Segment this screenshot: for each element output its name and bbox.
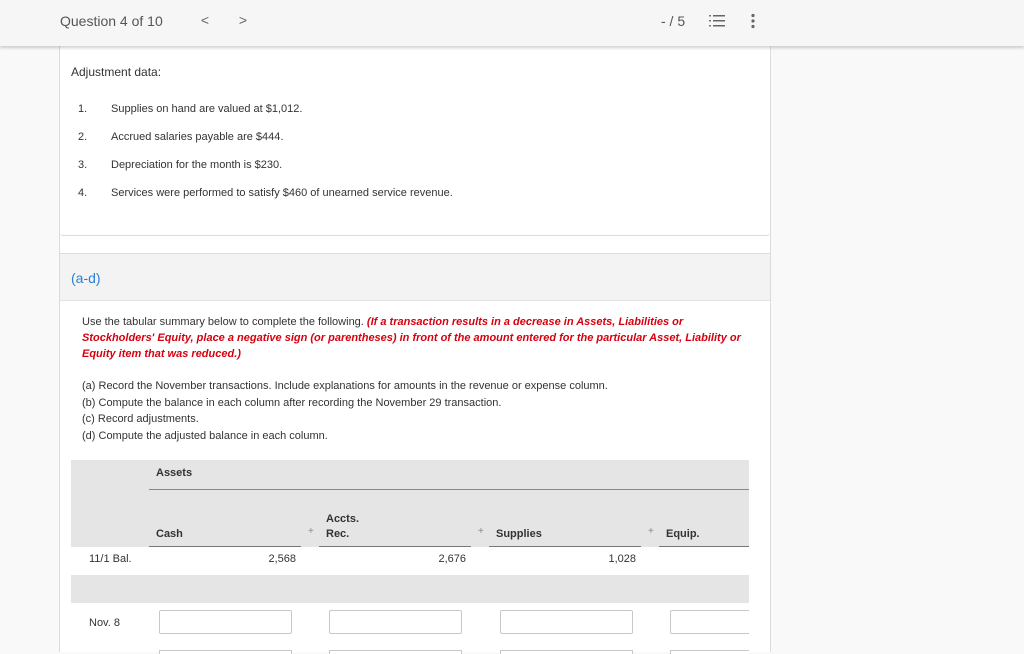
- equip-input[interactable]: [670, 610, 749, 634]
- step-item: (d) Compute the adjusted balance in each…: [82, 429, 328, 442]
- column-header-line2: Cash: [156, 528, 183, 540]
- column-header-equip: Equip.: [666, 512, 700, 542]
- steps-list: (a) Record the November transactions. In…: [82, 378, 752, 444]
- adjustment-title: Adjustment data:: [71, 65, 162, 79]
- score-display: - / 5: [661, 13, 686, 29]
- accts-rec-input[interactable]: [329, 610, 462, 634]
- list-item-number: 4.: [78, 187, 88, 199]
- row-label: Nov. 8: [89, 617, 120, 629]
- next-row-input[interactable]: [159, 650, 292, 654]
- column-header-line1: [496, 512, 542, 527]
- list-item-text: Services were performed to satisfy $460 …: [111, 187, 453, 199]
- instructions-intro: Use the tabular summary below to complet…: [82, 316, 364, 328]
- cash-input[interactable]: [159, 610, 292, 634]
- group-divider: [149, 489, 749, 490]
- list-item-number: 2.: [78, 131, 88, 143]
- tabular-summary-table: Assets Cash + Accts. Rec. + Supplies + E…: [71, 460, 749, 654]
- section-gap: [60, 237, 770, 253]
- plus-operator: +: [478, 526, 484, 537]
- column-header-line1: Accts.: [326, 513, 360, 525]
- column-header-line2: Equip.: [666, 528, 700, 540]
- next-row-input[interactable]: [500, 650, 633, 654]
- list-item-text: Accrued salaries payable are $444.: [111, 131, 284, 143]
- column-header-supplies: Supplies: [496, 512, 542, 542]
- supplies-balance: 1,028: [608, 553, 636, 565]
- step-item: (a) Record the November transactions. In…: [82, 380, 608, 392]
- column-header-line2: Supplies: [496, 528, 542, 540]
- assets-group-header: Assets: [156, 467, 193, 479]
- next-row-input[interactable]: [670, 650, 749, 654]
- column-header-line1: [666, 512, 700, 527]
- next-row-input[interactable]: [329, 650, 462, 654]
- plus-operator: +: [308, 526, 314, 537]
- list-item-number: 1.: [78, 103, 88, 115]
- chevron-right-icon[interactable]: >: [236, 12, 250, 28]
- step-item: (c) Record adjustments.: [82, 413, 199, 425]
- numbered-list-icon[interactable]: [709, 14, 725, 28]
- instructions: Use the tabular summary below to complet…: [82, 314, 752, 362]
- accts-rec-balance: 2,676: [438, 553, 466, 565]
- list-item-text: Supplies on hand are valued at $1,012.: [111, 103, 303, 115]
- table-row-nov-8: Nov. 8: [71, 603, 749, 654]
- step-item: (b) Compute the balance in each column a…: [82, 396, 502, 409]
- adjustment-data-card: Adjustment data: 1. Supplies on hand are…: [60, 46, 770, 236]
- question-header: Question 4 of 10 < > - / 5: [0, 0, 1024, 46]
- row-label: 11/1 Bal.: [89, 553, 132, 565]
- column-header-line2: Rec.: [326, 528, 350, 540]
- list-item-number: 3.: [78, 159, 88, 171]
- part-label: (a-d): [71, 270, 101, 286]
- column-header-cash: Cash: [156, 512, 183, 542]
- cash-balance: 2,568: [268, 553, 296, 565]
- list-item-text: Depreciation for the month is $230.: [111, 159, 283, 171]
- table-row-beginning-balance: 11/1 Bal. 2,568 2,676 1,028: [71, 547, 749, 575]
- chevron-left-icon[interactable]: <: [198, 12, 212, 28]
- table-spacer-row: [71, 575, 749, 603]
- question-content: Adjustment data: 1. Supplies on hand are…: [59, 46, 771, 654]
- question-counter: Question 4 of 10: [60, 13, 163, 29]
- column-header-accts-rec: Accts. Rec.: [326, 512, 359, 542]
- part-header: (a-d): [60, 253, 770, 301]
- table-header: Assets Cash + Accts. Rec. + Supplies + E…: [71, 460, 749, 547]
- more-vertical-icon[interactable]: [749, 13, 757, 29]
- column-header-line1: [156, 512, 183, 527]
- supplies-input[interactable]: [500, 610, 633, 634]
- plus-operator: +: [648, 526, 654, 537]
